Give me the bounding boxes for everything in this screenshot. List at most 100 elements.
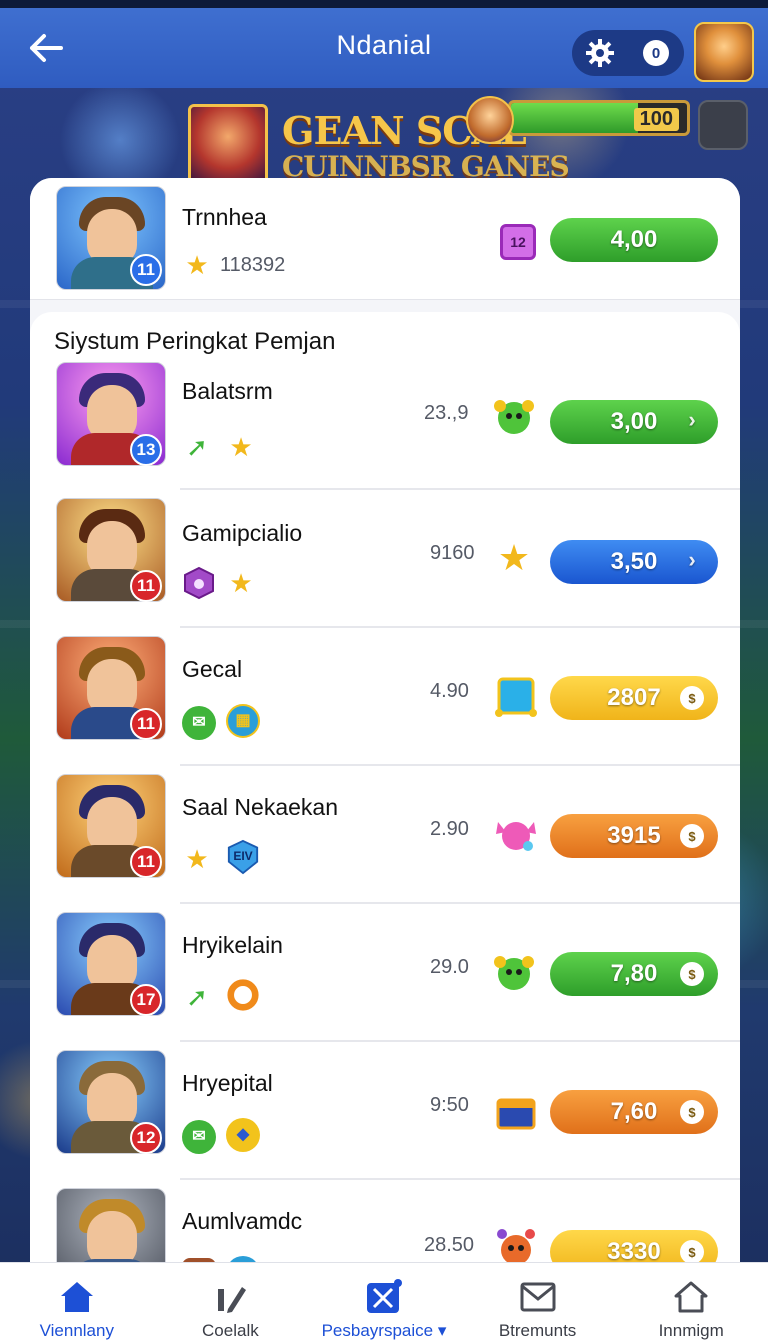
list-item[interactable]: 12 Hryepital ✉ ◆ 9:50 7,60 $: [30, 1042, 740, 1180]
level-badge: 12: [130, 1122, 162, 1154]
rank-badge-icon: 12: [500, 224, 536, 260]
coin-icon: $: [680, 686, 704, 710]
coin-icon: $: [680, 962, 704, 986]
pencil-icon: [210, 1277, 250, 1317]
green-creature-icon: [490, 392, 538, 440]
settings-button[interactable]: [580, 33, 620, 73]
player-name: Gamipcialio: [182, 520, 303, 546]
ranking-section: Siystum Peringkat Pemjan 13 Balatsrm ➚ ★…: [30, 312, 740, 1318]
list-item[interactable]: 13 Balatsrm ➚ ★ 23.,9 3,00 ›: [30, 352, 740, 490]
level-badge: 11: [130, 254, 162, 286]
level-badge: 11: [130, 708, 162, 740]
player-score: 2.90: [430, 818, 469, 840]
reward-button[interactable]: 3915 $: [550, 814, 718, 858]
star-icon: ★: [185, 250, 209, 280]
reward-button-label: 3915: [607, 822, 661, 849]
reward-button-label: 7,60: [610, 1098, 658, 1125]
player-name: Saal Nekaekan: [182, 794, 338, 820]
grid-badge-icon: ▦: [226, 704, 260, 738]
xp-avatar: [466, 96, 514, 144]
nav-edit[interactable]: Coelalk: [154, 1263, 308, 1344]
chevron-right-icon: ›: [688, 547, 696, 572]
player-score: 9:50: [430, 1094, 469, 1116]
header-controls: 0: [572, 30, 684, 76]
featured-player[interactable]: 11 Trnnhea ★ 118392 12 4,00: [30, 178, 740, 300]
player-score: 4.90: [430, 680, 469, 702]
cube-icon: [492, 672, 540, 720]
player-score: 9160: [430, 542, 475, 564]
banner-hero-portrait: [188, 104, 268, 184]
reward-button[interactable]: 7,60 $: [550, 1090, 718, 1134]
star-trophy-icon: ★: [497, 537, 531, 578]
gem-badge-icon: ◆: [226, 1118, 260, 1152]
coin-icon: $: [680, 824, 704, 848]
nav-profile[interactable]: Innmigm: [614, 1263, 768, 1344]
banner-badge-icon[interactable]: [698, 100, 748, 150]
claim-button-label: 4,00: [610, 226, 658, 253]
pink-creature-icon: [492, 810, 540, 858]
player-name: Hryikelain: [182, 932, 283, 958]
shield-icon: EIV: [226, 839, 260, 875]
gear-icon: [586, 39, 614, 67]
arrow-up-icon: ➚: [186, 982, 208, 1012]
player-name: Aumlvamdc: [182, 1208, 303, 1234]
nav-home[interactable]: Viennlany: [0, 1263, 154, 1344]
player-score: 28.50: [424, 1234, 475, 1256]
profile-avatar[interactable]: [694, 22, 754, 82]
level-badge: 11: [130, 570, 162, 602]
bottom-navigation: Viennlany Coelalk Pesbayrspaice ▾ Btremu…: [0, 1262, 768, 1344]
star-icon: ★: [229, 432, 253, 462]
level-badge: 11: [130, 846, 162, 878]
player-name: Trnnhea: [182, 204, 267, 230]
rank-badge-text: 12: [510, 234, 526, 250]
level-badge: 17: [130, 984, 162, 1016]
player-name: Hryepital: [182, 1070, 273, 1096]
reward-button-label: 3,50: [610, 548, 658, 575]
coin-count: 0: [643, 40, 669, 66]
star-icon: ★: [229, 568, 253, 598]
nav-tools[interactable]: Pesbayrspaice ▾: [307, 1263, 461, 1344]
chevron-right-icon: ›: [688, 407, 696, 432]
reward-button[interactable]: 3,00 ›: [550, 400, 718, 444]
nav-label: Btremunts: [498, 1321, 577, 1340]
home-icon: [57, 1277, 97, 1317]
house-outline-icon: [671, 1277, 711, 1317]
player-score: 23.,9: [424, 402, 469, 424]
mail-icon: [518, 1277, 558, 1317]
list-item[interactable]: 11 Gecal ✉ ▦ 4.90 2807 $: [30, 628, 740, 766]
reward-button[interactable]: 2807 $: [550, 676, 718, 720]
crossed-tools-icon: [364, 1277, 404, 1317]
claim-button[interactable]: 4,00: [550, 218, 718, 262]
reward-button[interactable]: 7,80 $: [550, 952, 718, 996]
reward-button-label: 2807: [607, 684, 661, 711]
mail-badge-icon: ✉: [182, 1120, 216, 1154]
ring-icon: [226, 978, 260, 1012]
list-item[interactable]: 17 Hryikelain ➚ 29.0 7,80 $: [30, 904, 740, 1042]
mail-badge-icon: ✉: [182, 706, 216, 740]
list-item[interactable]: 11 Gamipcialio ★ 9160 ★ 3,50 ›: [30, 490, 740, 628]
nav-label: Innmigm: [658, 1321, 724, 1340]
player-name: Gecal: [182, 656, 243, 682]
player-score: 29.0: [430, 956, 469, 978]
star-icon: ★: [185, 844, 209, 874]
coin-icon: $: [680, 1240, 704, 1264]
reward-button-label: 3,00: [610, 408, 658, 435]
green-creature-icon: [490, 948, 538, 996]
nav-label: Pesbayrspaice ▾: [321, 1321, 447, 1340]
list-item[interactable]: 11 Saal Nekaekan ★ EIV 2.90 3915 $: [30, 766, 740, 904]
xp-progress-fill: [511, 103, 638, 133]
reward-button[interactable]: 3,50 ›: [550, 540, 718, 584]
player-name: Balatsrm: [182, 378, 273, 404]
leaderboard-card: 11 Trnnhea ★ 118392 12 4,00 Siystum Peri…: [30, 178, 740, 1318]
player-points: 118392: [220, 254, 286, 276]
coin-button[interactable]: 0: [636, 33, 676, 73]
coin-icon: $: [680, 1100, 704, 1124]
xp-progress-value: 100: [633, 108, 679, 131]
status-bar: [0, 0, 768, 8]
nav-messages[interactable]: Btremunts: [461, 1263, 615, 1344]
reward-button-label: 7,80: [610, 960, 658, 987]
shield-label: EIV: [233, 849, 253, 863]
level-badge: 13: [130, 434, 162, 466]
xp-progress-bar: 100: [508, 100, 690, 136]
treasure-chest-icon: [492, 1086, 540, 1134]
